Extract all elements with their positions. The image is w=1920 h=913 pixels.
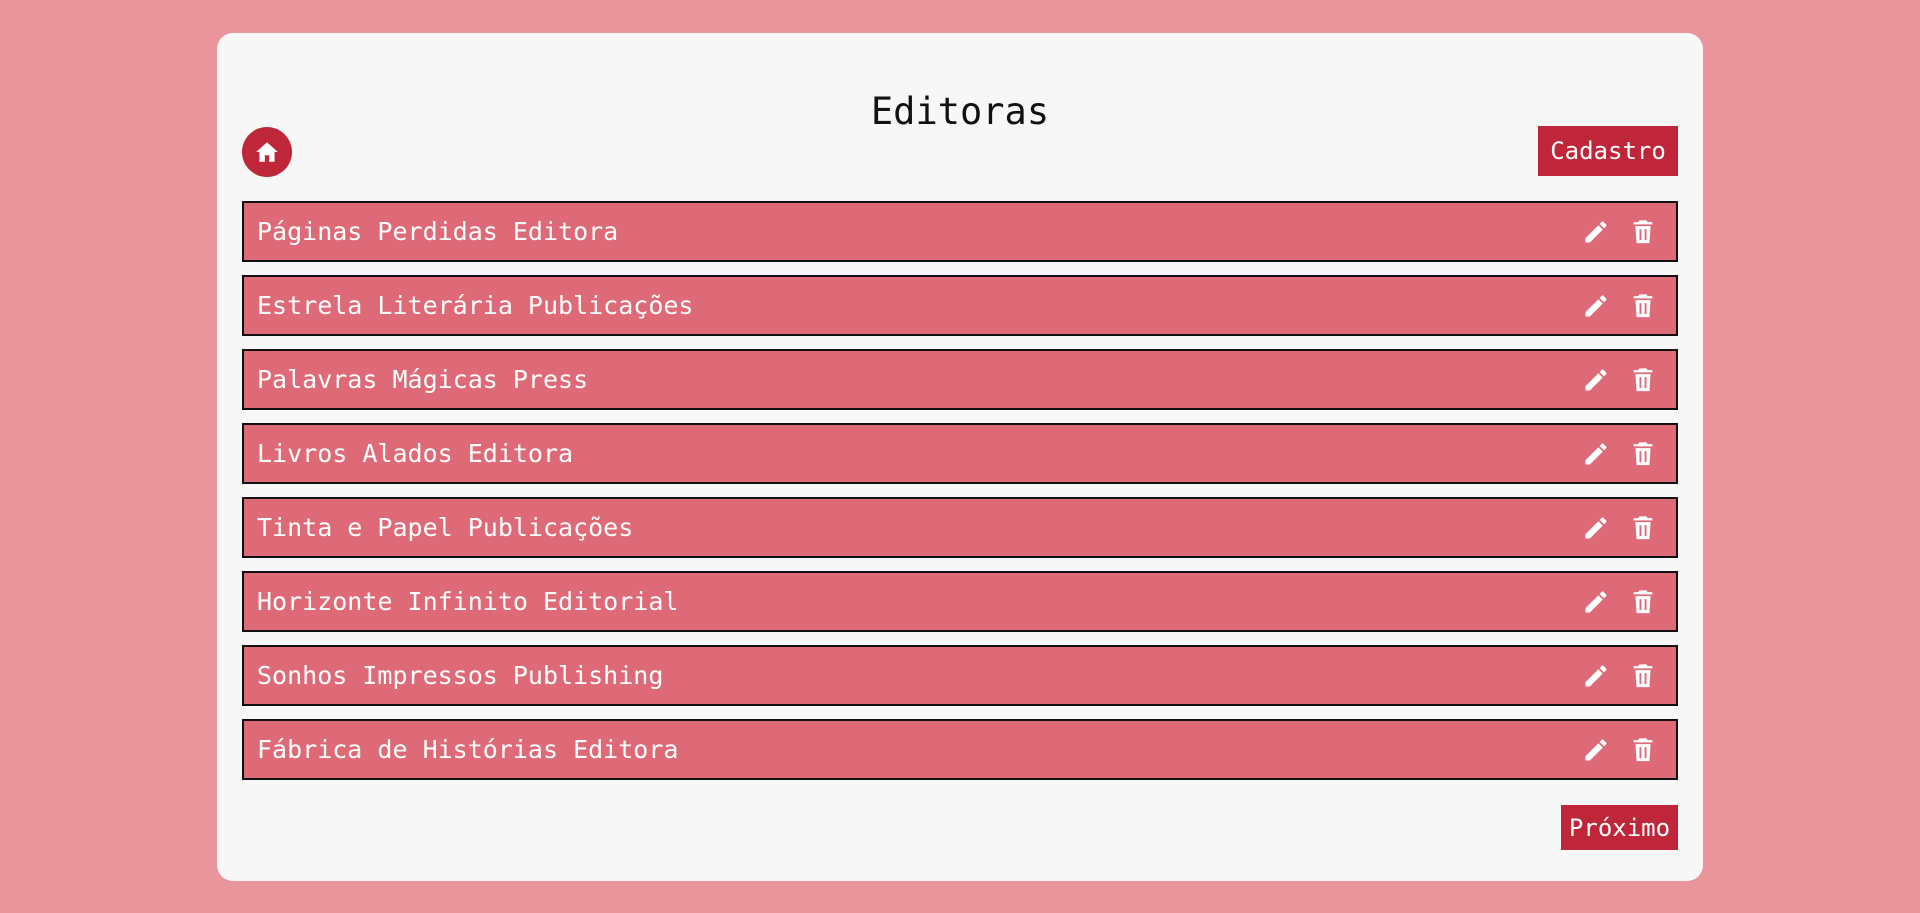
pencil-icon[interactable] <box>1581 365 1611 395</box>
row-actions <box>1581 365 1658 395</box>
publishers-card: Editoras Cadastro Páginas Perdidas Edito… <box>217 33 1703 881</box>
publisher-name: Estrela Literária Publicações <box>257 291 694 320</box>
cadastro-button[interactable]: Cadastro <box>1538 126 1678 176</box>
publisher-row: Livros Alados Editora <box>242 423 1678 484</box>
row-actions <box>1581 661 1658 691</box>
publisher-row: Fábrica de Histórias Editora <box>242 719 1678 780</box>
row-actions <box>1581 587 1658 617</box>
pencil-icon[interactable] <box>1581 513 1611 543</box>
publisher-name: Livros Alados Editora <box>257 439 574 468</box>
publisher-row: Estrela Literária Publicações <box>242 275 1678 336</box>
pencil-icon[interactable] <box>1581 661 1611 691</box>
trash-icon[interactable] <box>1628 217 1658 247</box>
trash-icon[interactable] <box>1628 661 1658 691</box>
publisher-name: Páginas Perdidas Editora <box>257 217 619 246</box>
row-actions <box>1581 217 1658 247</box>
pencil-icon[interactable] <box>1581 217 1611 247</box>
publisher-name: Horizonte Infinito Editorial <box>257 587 679 616</box>
publisher-list: Páginas Perdidas Editora Estrela Literár… <box>242 201 1678 793</box>
trash-icon[interactable] <box>1628 735 1658 765</box>
trash-icon[interactable] <box>1628 365 1658 395</box>
publisher-row: Horizonte Infinito Editorial <box>242 571 1678 632</box>
publisher-name: Sonhos Impressos Publishing <box>257 661 664 690</box>
publisher-name: Palavras Mágicas Press <box>257 365 589 394</box>
publisher-row: Sonhos Impressos Publishing <box>242 645 1678 706</box>
row-actions <box>1581 735 1658 765</box>
next-page-button[interactable]: Próximo <box>1561 805 1678 850</box>
trash-icon[interactable] <box>1628 291 1658 321</box>
home-icon <box>254 139 280 165</box>
page-title: Editoras <box>870 90 1050 133</box>
pencil-icon[interactable] <box>1581 735 1611 765</box>
publisher-row: Palavras Mágicas Press <box>242 349 1678 410</box>
trash-icon[interactable] <box>1628 587 1658 617</box>
publisher-name: Tinta e Papel Publicações <box>257 513 634 542</box>
pencil-icon[interactable] <box>1581 291 1611 321</box>
row-actions <box>1581 439 1658 469</box>
publisher-row: Tinta e Papel Publicações <box>242 497 1678 558</box>
row-actions <box>1581 291 1658 321</box>
trash-icon[interactable] <box>1628 513 1658 543</box>
pencil-icon[interactable] <box>1581 439 1611 469</box>
publisher-row: Páginas Perdidas Editora <box>242 201 1678 262</box>
pencil-icon[interactable] <box>1581 587 1611 617</box>
home-button[interactable] <box>242 127 292 177</box>
row-actions <box>1581 513 1658 543</box>
trash-icon[interactable] <box>1628 439 1658 469</box>
publisher-name: Fábrica de Histórias Editora <box>257 735 679 764</box>
